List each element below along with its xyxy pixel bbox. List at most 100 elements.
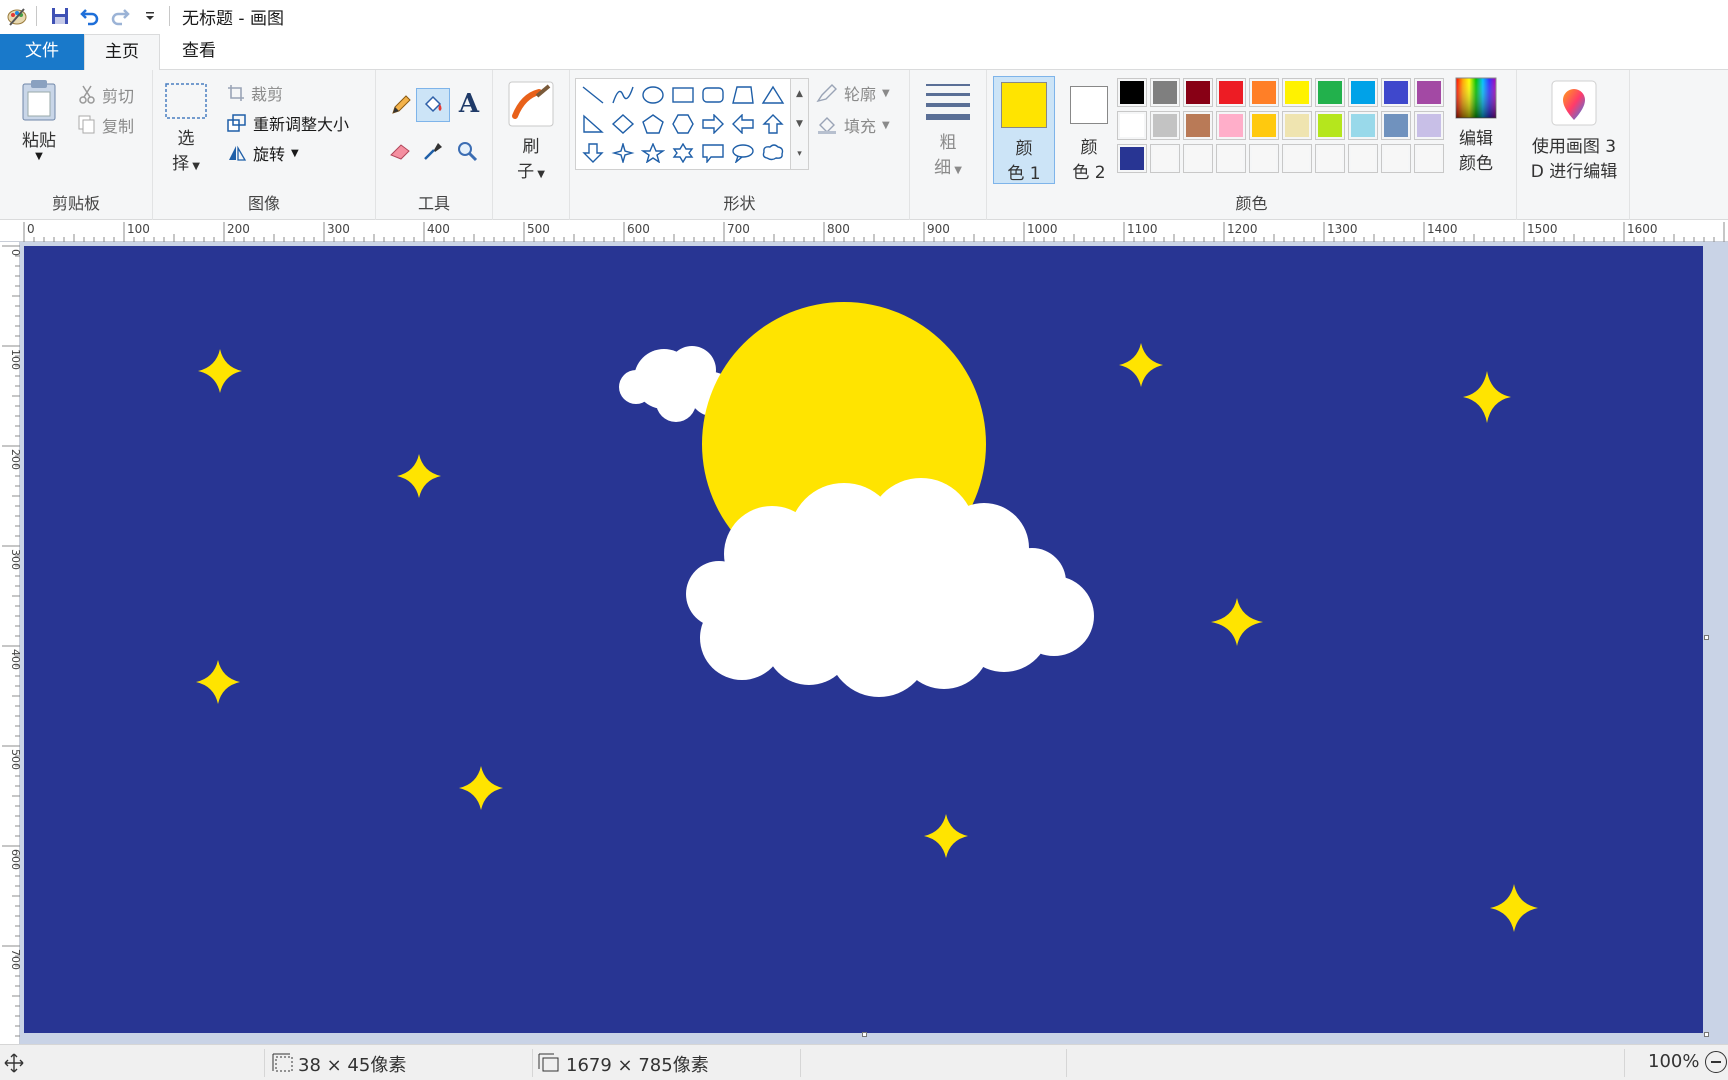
select-button[interactable]: 选 择 ▼ [163, 82, 209, 174]
paint-app-icon[interactable] [4, 3, 30, 29]
pentagon-shape-icon[interactable] [638, 110, 668, 138]
palette-swatch[interactable] [1282, 111, 1312, 140]
save-icon[interactable] [47, 3, 73, 29]
gallery-expand-icon[interactable]: ▾ [791, 139, 808, 169]
right-triangle-shape-icon[interactable] [578, 110, 608, 138]
fill-bucket-icon[interactable] [416, 88, 450, 122]
brushes-dropdown-icon[interactable]: ▼ [534, 169, 545, 180]
palette-swatch[interactable] [1348, 144, 1378, 173]
canvas-workspace[interactable] [20, 242, 1728, 1044]
select-dropdown-icon[interactable]: ▼ [189, 161, 200, 172]
palette-swatch[interactable] [1117, 78, 1147, 107]
palette-swatch[interactable] [1150, 111, 1180, 140]
color1-button[interactable]: 颜 色 1 [993, 76, 1055, 184]
canvas-resize-handle-right[interactable] [1704, 635, 1709, 640]
palette-swatch[interactable] [1216, 111, 1246, 140]
canvas-resize-handle-bottom[interactable] [862, 1032, 867, 1037]
palette-swatch[interactable] [1315, 111, 1345, 140]
six-point-star-shape-icon[interactable] [668, 139, 698, 167]
fill-button[interactable]: 填充 ▼ [816, 112, 890, 138]
zoom-out-icon[interactable] [1705, 1051, 1727, 1073]
palette-swatch[interactable] [1348, 111, 1378, 140]
shapes-gallery-scroll[interactable]: ▲ ▼ ▾ [791, 78, 809, 170]
tab-file[interactable]: 文件 [0, 34, 84, 70]
copy-button[interactable]: 复制 [78, 112, 134, 138]
tab-view[interactable]: 查看 [160, 34, 238, 70]
rectangular-callout-shape-icon[interactable] [698, 139, 728, 167]
fill-dropdown-icon[interactable]: ▼ [882, 120, 890, 131]
scroll-up-icon[interactable]: ▲ [791, 79, 808, 109]
canvas-resize-handle-corner[interactable] [1704, 1032, 1709, 1037]
palette-swatch[interactable] [1249, 111, 1279, 140]
palette-swatch[interactable] [1381, 78, 1411, 107]
palette-swatch[interactable] [1249, 144, 1279, 173]
paste-button[interactable]: 粘贴 ▼ [12, 78, 66, 162]
redo-icon[interactable] [107, 3, 133, 29]
cut-button[interactable]: 剪切 [78, 82, 134, 108]
magnifier-icon[interactable] [452, 136, 482, 166]
palette-swatch[interactable] [1183, 111, 1213, 140]
rotate-button[interactable]: 旋转 ▼ [227, 140, 299, 166]
size-button[interactable]: 粗 细 ▼ [920, 80, 976, 178]
edit-with-paint3d-button[interactable]: 使用画图 3 D 进行编辑 [1519, 80, 1629, 182]
edit-colors-button[interactable]: 编辑 颜色 [1443, 74, 1509, 174]
rectangle-shape-icon[interactable] [668, 81, 698, 109]
text-tool-icon[interactable]: A [454, 88, 484, 120]
select-icon [165, 83, 207, 119]
cloud-callout-shape-icon[interactable] [758, 139, 788, 167]
palette-swatch[interactable] [1282, 78, 1312, 107]
curve-shape-icon[interactable] [608, 81, 638, 109]
palette-swatch[interactable] [1414, 144, 1444, 173]
palette-swatch[interactable] [1381, 144, 1411, 173]
brushes-button[interactable]: 刷 子 ▼ [503, 80, 559, 182]
hexagon-shape-icon[interactable] [668, 110, 698, 138]
palette-swatch[interactable] [1216, 144, 1246, 173]
polygon-shape-icon[interactable] [728, 81, 758, 109]
color-picker-icon[interactable] [418, 136, 448, 166]
four-point-star-shape-icon[interactable] [608, 139, 638, 167]
eraser-icon[interactable] [386, 136, 416, 166]
resize-button[interactable]: 重新调整大小 [227, 110, 349, 136]
scroll-down-icon[interactable]: ▼ [791, 109, 808, 139]
right-arrow-shape-icon[interactable] [698, 110, 728, 138]
palette-swatch[interactable] [1315, 144, 1345, 173]
outline-dropdown-icon[interactable]: ▼ [882, 88, 890, 99]
customize-toolbar-icon[interactable] [137, 3, 163, 29]
pencil-icon[interactable] [386, 90, 416, 120]
shapes-gallery[interactable] [575, 78, 791, 170]
drawing-canvas[interactable] [24, 246, 1703, 1033]
paste-dropdown-icon[interactable]: ▼ [12, 151, 66, 162]
palette-swatch[interactable] [1348, 78, 1378, 107]
outline-button[interactable]: 轮廓 ▼ [816, 80, 890, 106]
color2-button[interactable]: 颜 色 2 [1059, 76, 1119, 184]
left-arrow-shape-icon[interactable] [728, 110, 758, 138]
undo-icon[interactable] [77, 3, 103, 29]
palette-swatch[interactable] [1249, 78, 1279, 107]
palette-swatch[interactable] [1117, 144, 1147, 173]
five-point-star-shape-icon[interactable] [638, 139, 668, 167]
palette-swatch[interactable] [1183, 144, 1213, 173]
diamond-shape-icon[interactable] [608, 110, 638, 138]
palette-swatch[interactable] [1183, 78, 1213, 107]
palette-swatch[interactable] [1150, 144, 1180, 173]
line-shape-icon[interactable] [578, 81, 608, 109]
palette-swatch[interactable] [1315, 78, 1345, 107]
rounded-rectangle-shape-icon[interactable] [698, 81, 728, 109]
triangle-shape-icon[interactable] [758, 81, 788, 109]
palette-swatch[interactable] [1414, 78, 1444, 107]
size-dropdown-icon[interactable]: ▼ [951, 165, 962, 176]
oval-shape-icon[interactable] [638, 81, 668, 109]
vertical-ruler: 0 100 200 300 400 500 600 700 [0, 242, 22, 1044]
rotate-dropdown-icon[interactable]: ▼ [291, 148, 299, 159]
palette-swatch[interactable] [1381, 111, 1411, 140]
up-arrow-shape-icon[interactable] [758, 110, 788, 138]
tab-home[interactable]: 主页 [84, 34, 160, 71]
crop-button[interactable]: 裁剪 [227, 80, 283, 106]
palette-swatch[interactable] [1117, 111, 1147, 140]
oval-callout-shape-icon[interactable] [728, 139, 758, 167]
palette-swatch[interactable] [1216, 78, 1246, 107]
palette-swatch[interactable] [1282, 144, 1312, 173]
palette-swatch[interactable] [1414, 111, 1444, 140]
down-arrow-shape-icon[interactable] [578, 139, 608, 167]
palette-swatch[interactable] [1150, 78, 1180, 107]
